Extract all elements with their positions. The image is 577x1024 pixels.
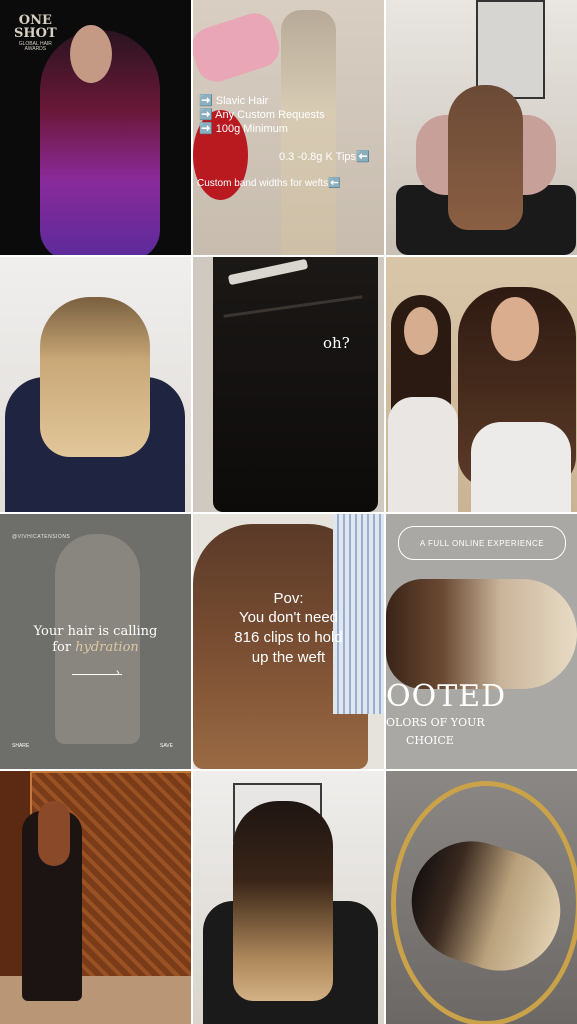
woman-hair [38,801,70,866]
post-slavic-hair-info[interactable]: ➡️ Slavic Hair ➡️ Any Custom Requests ➡️… [193,0,384,255]
choice-line: CHOICE [406,734,454,747]
post-hydration-promo[interactable]: @VIVHICATENSIONS Your hair is calling fo… [0,514,191,769]
info-line-3: ➡️ 100g Minimum [199,123,288,135]
info-line-4: 0.3 -0.8g K Tips⬅️ [279,151,370,163]
info-line-2: ➡️ Any Custom Requests [199,109,325,121]
info-line-1: ➡️ Slavic Hair [199,95,269,107]
blonde-hair [40,297,150,457]
info-line-5: Custom band widths for wefts⬅️ [197,178,341,189]
post-doorway-outfit[interactable] [0,771,191,1024]
save-label[interactable]: SAVE [160,743,173,749]
promo-line-2: for hydration [0,640,191,655]
woman-right-top [471,422,571,512]
face-shape [70,25,112,83]
post-purple-hair[interactable]: ONE SHOT GLOBAL HAIR AWARDS [0,0,191,255]
photo-grid: ONE SHOT GLOBAL HAIR AWARDS ➡️ Slavic Ha… [0,0,577,1024]
woman-right-face [491,297,539,361]
post-ombre-salon[interactable] [193,771,384,1024]
brown-hair [448,85,523,230]
post-online-experience[interactable]: A FULL ONLINE EXPERIENCE OOTED OLORS OF … [386,514,577,769]
logo-line-4: AWARDS [24,46,47,52]
post-salon-brown-hair[interactable] [386,0,577,255]
pov-line-3: 816 clips to hold [234,629,343,646]
colors-line: OLORS OF YOUR [386,716,485,729]
post-black-wefts[interactable]: oh? [193,257,384,512]
ombre-weft [386,579,577,689]
post-before-after[interactable] [386,257,577,512]
post-blonde-back[interactable] [0,257,191,512]
promo-line-2-highlight: hydration [75,640,139,655]
faded-portrait [55,534,140,744]
post-pov-clips[interactable]: Pov: You don't need 816 clips to hold up… [193,514,384,769]
arrow-icon [72,674,122,675]
share-label[interactable]: SHARE [12,743,29,749]
rooted-title: OOTED [386,679,507,714]
pill-label: A FULL ONLINE EXPERIENCE [419,538,545,548]
ombre-hair [233,801,333,1001]
pill-button[interactable]: A FULL ONLINE EXPERIENCE [398,526,566,560]
black-hair [213,257,378,512]
logo-line-2: SHOT [14,26,57,41]
pov-line-2: You don't need [238,609,339,626]
arrow-head: › [116,667,120,679]
pov-line-1: Pov: [273,590,304,607]
promo-line-1: Your hair is calling [33,624,158,639]
post-gold-ring-weft[interactable] [386,771,577,1024]
one-shot-logo: ONE SHOT GLOBAL HAIR AWARDS [14,14,57,52]
pov-line-4: up the weft [251,649,326,666]
account-handle: @VIVHICATENSIONS [12,534,71,540]
promo-line-2-prefix: for [52,640,76,655]
pink-sleeve [193,8,285,87]
woman-left-top [388,397,458,512]
hair-bundle [281,10,336,255]
oh-caption: oh? [323,334,350,352]
woman-left-face [404,307,438,355]
